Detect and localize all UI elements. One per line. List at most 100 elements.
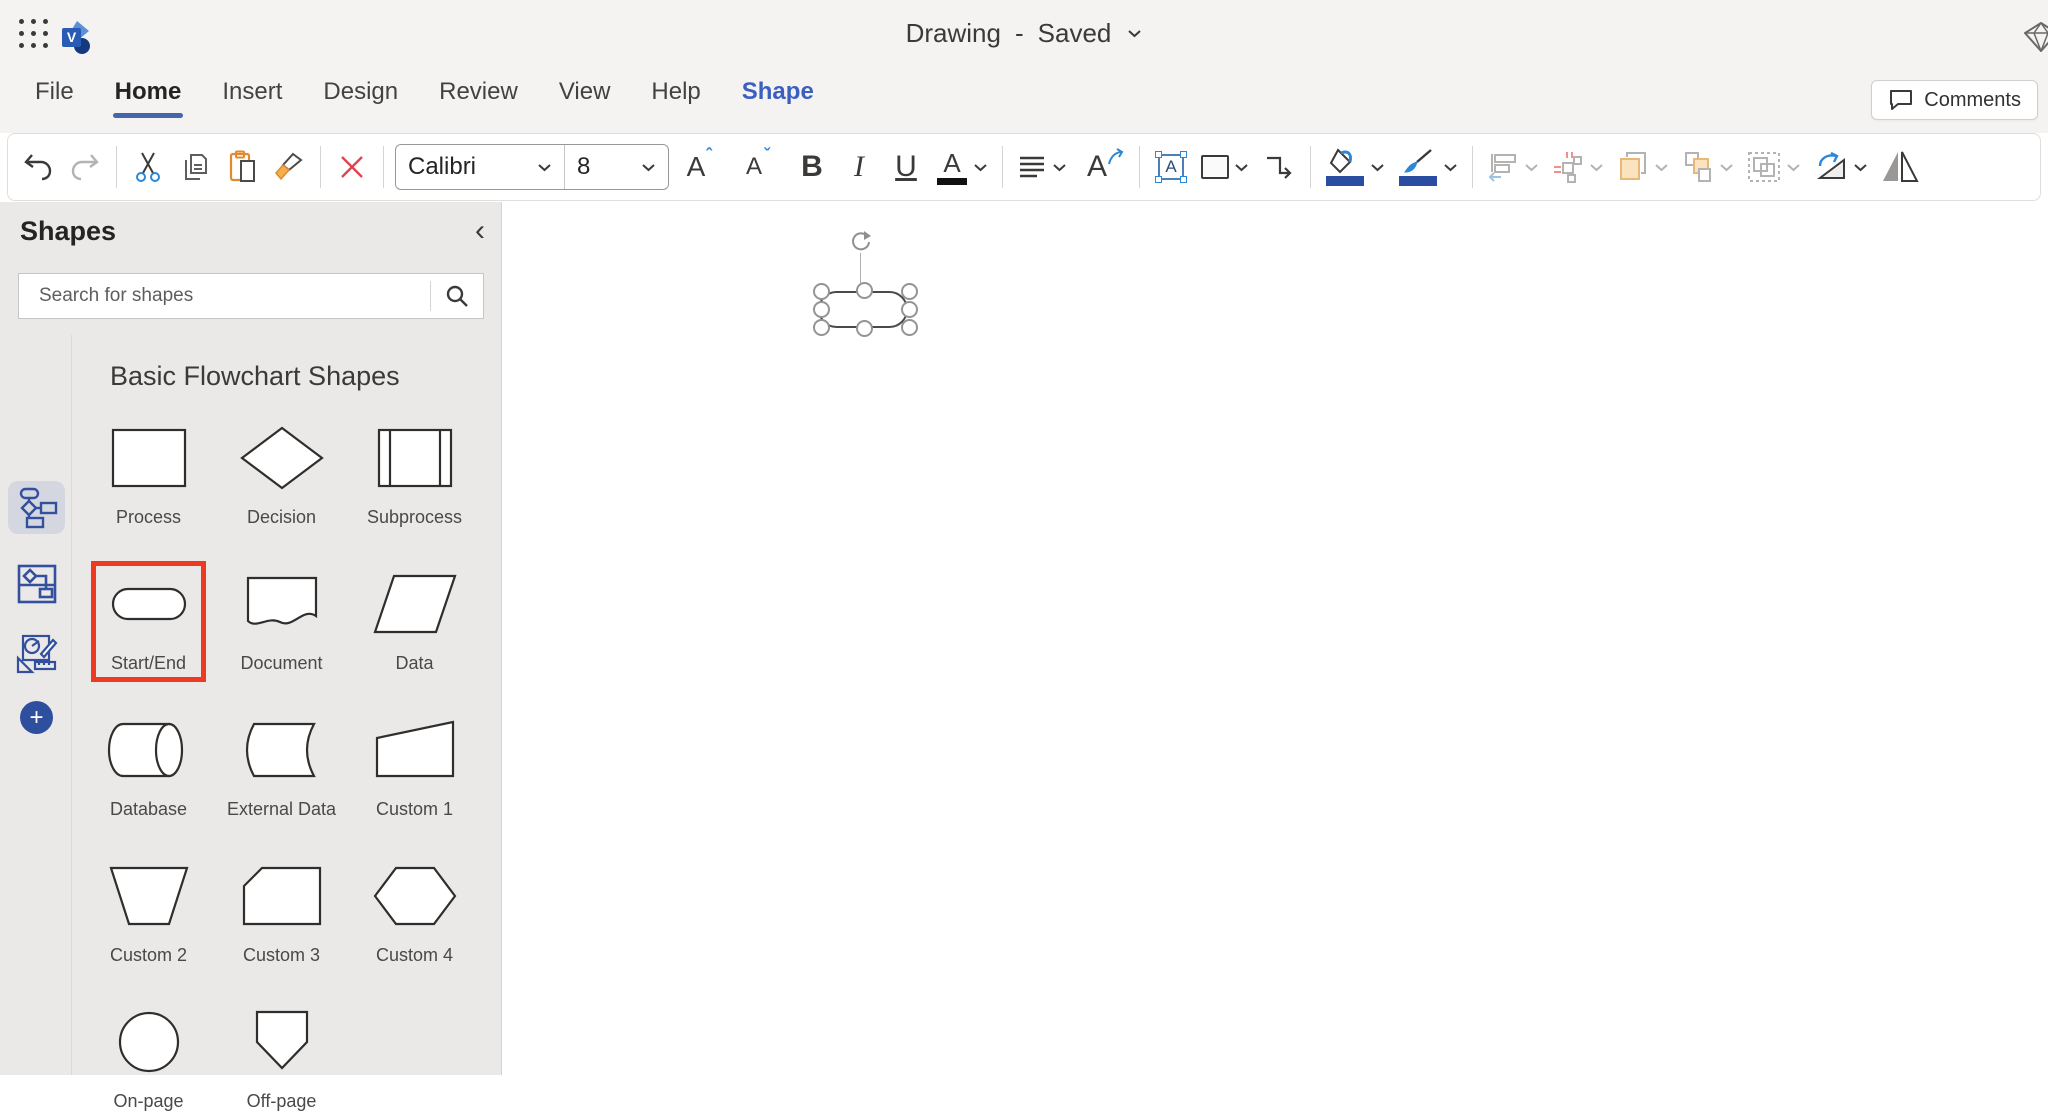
process-shape-icon (107, 427, 191, 489)
resize-handle-top-middle[interactable] (856, 282, 873, 299)
text-orientation-glyph: A (1086, 150, 1107, 183)
font-size-dropdown[interactable]: 8 (564, 145, 668, 189)
bring-forward-button[interactable] (1614, 141, 1672, 193)
menu-tab-help[interactable]: Help (651, 78, 700, 118)
shape-item-data[interactable]: Data (348, 573, 481, 674)
stencil-container[interactable] (8, 557, 65, 610)
shape-item-onpage[interactable]: On-page (82, 1011, 215, 1112)
chevron-down-icon[interactable] (1853, 163, 1868, 172)
text-orientation-button[interactable]: A (1077, 141, 1128, 193)
send-backward-button[interactable] (1679, 141, 1737, 193)
shape-item-external[interactable]: External Data (215, 719, 348, 820)
shape-item-custom4[interactable]: Custom 4 (348, 865, 481, 966)
chevron-down-icon[interactable] (1589, 163, 1604, 172)
menu-tab-insert[interactable]: Insert (222, 78, 282, 118)
flip-button[interactable] (1878, 141, 1924, 193)
italic-button[interactable]: I (839, 141, 879, 193)
shape-item-decision[interactable]: Decision (215, 426, 348, 528)
menu-tab-review[interactable]: Review (439, 78, 518, 118)
container-stencil-icon (17, 564, 56, 603)
shape-item-process[interactable]: Process (82, 427, 215, 528)
text-box-button[interactable]: A (1151, 141, 1191, 193)
onpage-shape-icon (107, 1011, 191, 1073)
resize-handle-bottom-left[interactable] (813, 319, 830, 336)
shape-item-startend[interactable]: Start/End (82, 561, 215, 682)
drawing-canvas[interactable] (503, 202, 2048, 1075)
shape-item-custom3[interactable]: Custom 3 (215, 865, 348, 966)
shape-item-document[interactable]: Document (215, 573, 348, 674)
menu-tab-design[interactable]: Design (323, 78, 398, 118)
resize-handle-bottom-middle[interactable] (856, 320, 873, 337)
chevron-down-icon[interactable] (1052, 163, 1067, 172)
redo-button[interactable] (65, 141, 105, 193)
shape-item-subprocess[interactable]: Subprocess (348, 427, 481, 528)
font-controls: Calibri 8 (395, 144, 669, 190)
shape-outline-button[interactable] (1395, 141, 1461, 193)
comments-button[interactable]: Comments (1871, 80, 2038, 120)
chevron-down-icon[interactable] (1127, 29, 1142, 38)
copy-button[interactable] (175, 141, 215, 193)
position-button[interactable] (1549, 141, 1607, 193)
menu-tab-file[interactable]: File (35, 78, 74, 118)
connector-button[interactable] (1259, 141, 1299, 193)
chevron-down-icon[interactable] (1443, 163, 1458, 172)
chevron-down-icon[interactable] (1370, 163, 1385, 172)
chevron-down-icon[interactable] (1719, 163, 1734, 172)
shrink-font-button[interactable]: Aˇ (734, 141, 785, 193)
shape-item-custom2[interactable]: Custom 2 (82, 865, 215, 966)
chevron-down-icon[interactable] (1786, 163, 1801, 172)
shape-search-input[interactable] (19, 285, 430, 307)
add-stencil-button[interactable]: + (20, 701, 53, 734)
resize-handle-middle-right[interactable] (901, 301, 918, 318)
shape-item-offpage[interactable]: Off-page (215, 1010, 348, 1112)
document-title[interactable]: Drawing - Saved (0, 18, 2048, 49)
custom1-shape-icon (373, 719, 457, 781)
rotate-button[interactable] (1811, 141, 1871, 193)
title-separator: - (1014, 18, 1024, 48)
paste-button[interactable] (222, 141, 262, 193)
chevron-down-icon[interactable] (1524, 163, 1539, 172)
stencil-drawing-tools[interactable] (8, 627, 65, 680)
underline-button[interactable]: U (886, 141, 926, 193)
stencil-basic-flowchart[interactable] (8, 481, 65, 534)
shape-item-database[interactable]: Database (82, 719, 215, 820)
shape-item-label: Start/End (110, 653, 187, 673)
search-icon (446, 285, 468, 307)
align-objects-button[interactable] (1484, 141, 1542, 193)
chevron-down-icon[interactable] (973, 163, 988, 172)
align-text-button[interactable] (1014, 141, 1070, 193)
resize-handle-top-right[interactable] (901, 283, 918, 300)
font-name-dropdown[interactable]: Calibri (396, 145, 564, 189)
group-button[interactable] (1744, 141, 1804, 193)
fill-color-icon (1325, 148, 1365, 186)
rectangle-icon (1201, 155, 1229, 179)
search-button[interactable] (431, 274, 483, 318)
chevron-down-icon[interactable] (1234, 163, 1249, 172)
fill-color-button[interactable] (1322, 141, 1388, 193)
resize-handle-middle-left[interactable] (813, 301, 830, 318)
bold-button[interactable]: B (792, 141, 832, 193)
toolbar-divider (1472, 146, 1473, 188)
collapse-panel-icon[interactable]: ‹ (475, 214, 485, 248)
rotation-handle[interactable] (849, 230, 873, 259)
menu-tab-shape[interactable]: Shape (742, 78, 814, 118)
font-color-button[interactable]: A (933, 141, 991, 193)
menu-tab-view[interactable]: View (559, 78, 611, 118)
chevron-down-icon[interactable] (1654, 163, 1669, 172)
shape-style-button[interactable] (1198, 141, 1252, 193)
resize-handle-bottom-right[interactable] (901, 319, 918, 336)
format-painter-button[interactable] (269, 141, 309, 193)
menu-tab-home[interactable]: Home (112, 78, 184, 118)
shape-item-label: Decision (246, 507, 317, 527)
cut-button[interactable] (128, 141, 168, 193)
shape-item-custom1[interactable]: Custom 1 (348, 719, 481, 820)
resize-handle-top-left[interactable] (813, 283, 830, 300)
toolbar-divider (1139, 146, 1140, 188)
flowchart-stencil-icon (19, 487, 57, 528)
grow-font-button[interactable]: Aˆ (676, 141, 727, 193)
app-chrome: V Drawing - Saved File Home Insert Design Re… (0, 0, 2048, 133)
delete-button[interactable] (332, 141, 372, 193)
shape-item-label: Document (240, 653, 323, 673)
shape-grid: Process Decision Subprocess Start/End Docume… (72, 426, 472, 1112)
undo-button[interactable] (18, 141, 58, 193)
